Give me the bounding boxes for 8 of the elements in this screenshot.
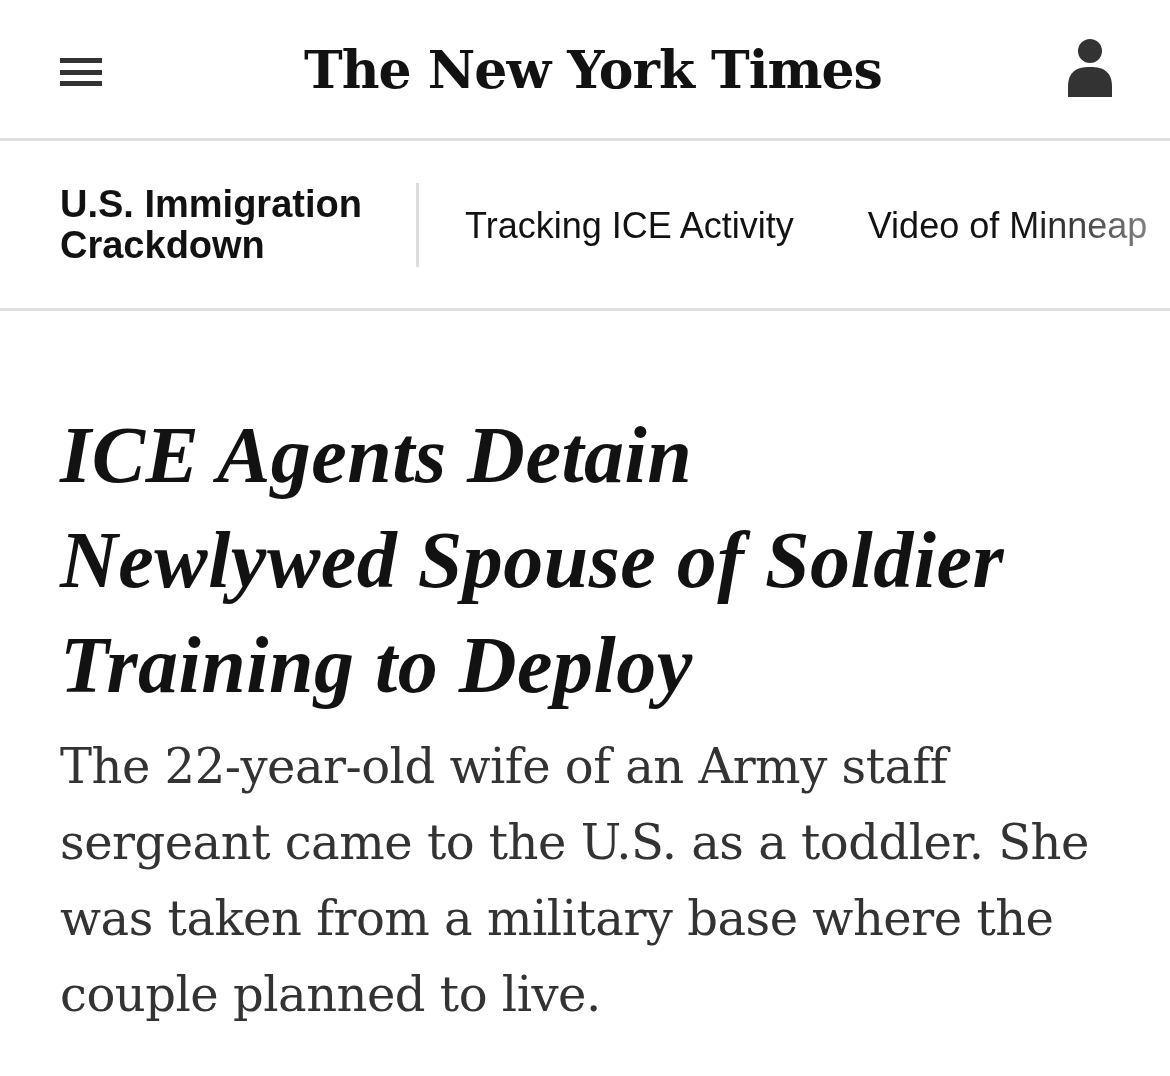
account-icon[interactable]: [1068, 39, 1112, 97]
menu-icon[interactable]: [60, 58, 102, 86]
section-link[interactable]: U.S. Immigration Crackdown: [60, 183, 390, 266]
nav-link[interactable]: Video of Minneap: [867, 204, 1148, 247]
article-summary: The 22-year-old wife of an Army staff sergeant came to the U.S. as a toddler. She was taken from a military base where the couple planned to live.: [60, 737, 1090, 1024]
headline: ICE Agents Detain Newlywed Spouse of Soldier Training to Deploy: [60, 410, 1006, 711]
nav-link[interactable]: Tracking ICE Activity: [465, 204, 794, 247]
site-logo[interactable]: The New York Times: [304, 38, 882, 100]
